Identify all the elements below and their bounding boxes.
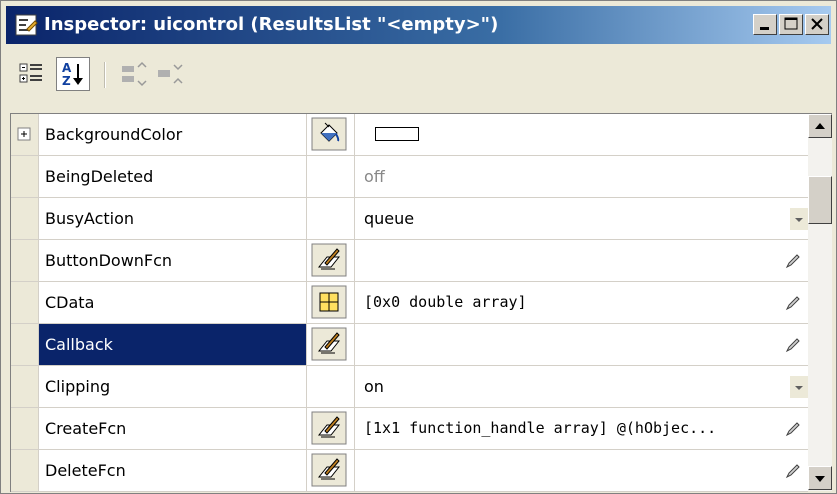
property-value[interactable] <box>355 450 808 491</box>
icon-cell <box>307 324 355 365</box>
icon-cell <box>307 156 355 197</box>
categorized-view-button[interactable] <box>14 57 48 91</box>
expander-cell <box>11 198 39 239</box>
expander-cell <box>11 240 39 281</box>
icon-cell <box>307 282 355 323</box>
property-value[interactable] <box>355 324 808 365</box>
property-value[interactable]: [1x1 function_handle array] @(hObjec... <box>355 408 808 449</box>
svg-text:Z: Z <box>62 74 71 88</box>
property-row-deletefcn[interactable]: DeleteFcn <box>11 450 808 492</box>
property-name-selected: Callback <box>39 324 307 365</box>
scroll-down-button[interactable] <box>808 466 832 490</box>
dropdown-value: on <box>364 377 384 396</box>
property-value[interactable] <box>355 114 808 155</box>
expander-cell <box>11 324 39 365</box>
expander-cell <box>11 450 39 491</box>
expand-plus-icon[interactable] <box>11 114 39 155</box>
inspector-icon <box>15 14 38 36</box>
property-name: CData <box>39 282 307 323</box>
expander-cell <box>11 114 39 155</box>
property-name: DeleteFcn <box>39 450 307 491</box>
paint-bucket-icon[interactable] <box>311 117 347 151</box>
property-value-dropdown[interactable]: on <box>355 366 808 407</box>
property-row-cdata[interactable]: CData [0x0 double array] <box>11 282 808 324</box>
pencil-icon[interactable] <box>784 252 802 270</box>
array-grid-icon[interactable] <box>311 285 347 319</box>
scroll-up-button[interactable] <box>808 114 832 138</box>
minimize-button[interactable] <box>753 14 777 35</box>
property-value[interactable] <box>355 240 808 281</box>
vertical-scrollbar[interactable] <box>808 113 832 491</box>
property-row-backgroundcolor[interactable]: BackgroundColor <box>11 114 808 156</box>
edit-callback-icon[interactable] <box>311 243 347 277</box>
dropdown-arrow-icon[interactable] <box>790 376 808 398</box>
close-button[interactable] <box>805 14 829 35</box>
icon-cell <box>307 408 355 449</box>
collapse-all-button[interactable] <box>152 57 186 91</box>
collapse-all-icon <box>158 64 183 84</box>
icon-cell <box>307 198 355 239</box>
property-row-busyaction[interactable]: BusyAction queue <box>11 198 808 240</box>
title-bar[interactable]: Inspector: uicontrol (ResultsList "<empt… <box>6 6 831 44</box>
dropdown-arrow-icon[interactable] <box>790 208 808 230</box>
property-row-buttondownfcn[interactable]: ButtonDownFcn <box>11 240 808 282</box>
property-row-createfcn[interactable]: CreateFcn [1x1 function_handle array] @(… <box>11 408 808 450</box>
property-row-callback[interactable]: Callback <box>11 324 808 366</box>
icon-cell <box>307 450 355 491</box>
edit-callback-icon[interactable] <box>311 327 347 361</box>
scrollbar-thumb[interactable] <box>808 176 832 224</box>
scroll-up-arrow-icon <box>815 123 825 129</box>
property-name: BackgroundColor <box>39 114 307 155</box>
svg-text:A: A <box>62 61 72 75</box>
property-value: off <box>364 167 385 186</box>
property-row-beingdeleted[interactable]: BeingDeleted off <box>11 156 808 198</box>
edit-callback-icon[interactable] <box>311 411 347 445</box>
minimize-icon <box>760 27 769 30</box>
property-grid: BackgroundColor BeingDeleted off BusyAct… <box>10 113 808 492</box>
maximize-icon <box>784 17 798 30</box>
property-name: ButtonDownFcn <box>39 240 307 281</box>
expand-all-button[interactable] <box>116 57 150 91</box>
property-name: CreateFcn <box>39 408 307 449</box>
scroll-down-arrow-icon <box>815 476 825 482</box>
alphabetical-sort-button[interactable]: A Z <box>56 57 90 91</box>
pencil-icon[interactable] <box>784 420 802 438</box>
color-swatch[interactable] <box>375 127 419 141</box>
icon-cell <box>307 114 355 155</box>
expander-cell <box>11 156 39 197</box>
dropdown-value: queue <box>364 209 415 228</box>
edit-callback-icon[interactable] <box>311 453 347 487</box>
property-name: Clipping <box>39 366 307 407</box>
property-row-clipping[interactable]: Clipping on <box>11 366 808 408</box>
toolbar: A Z <box>6 48 831 104</box>
categorized-view-icon <box>19 63 42 83</box>
inspector-window: Inspector: uicontrol (ResultsList "<empt… <box>0 0 837 494</box>
close-icon <box>811 18 823 30</box>
property-value-dropdown[interactable]: queue <box>355 198 808 239</box>
property-name: BeingDeleted <box>39 156 307 197</box>
expand-all-icon <box>122 61 147 87</box>
icon-cell <box>307 240 355 281</box>
property-value[interactable]: [0x0 double array] <box>355 282 808 323</box>
maximize-button[interactable] <box>779 14 803 35</box>
pencil-icon[interactable] <box>784 294 802 312</box>
alphabetical-sort-icon: A Z <box>62 61 83 88</box>
expander-cell <box>11 282 39 323</box>
window-title: Inspector: uicontrol (ResultsList "<empt… <box>44 14 499 35</box>
icon-cell <box>307 366 355 407</box>
toolbar-separator <box>104 62 106 88</box>
pencil-icon[interactable] <box>784 336 802 354</box>
pencil-icon[interactable] <box>784 462 802 480</box>
expander-cell <box>11 366 39 407</box>
expander-cell <box>11 408 39 449</box>
property-name: BusyAction <box>39 198 307 239</box>
